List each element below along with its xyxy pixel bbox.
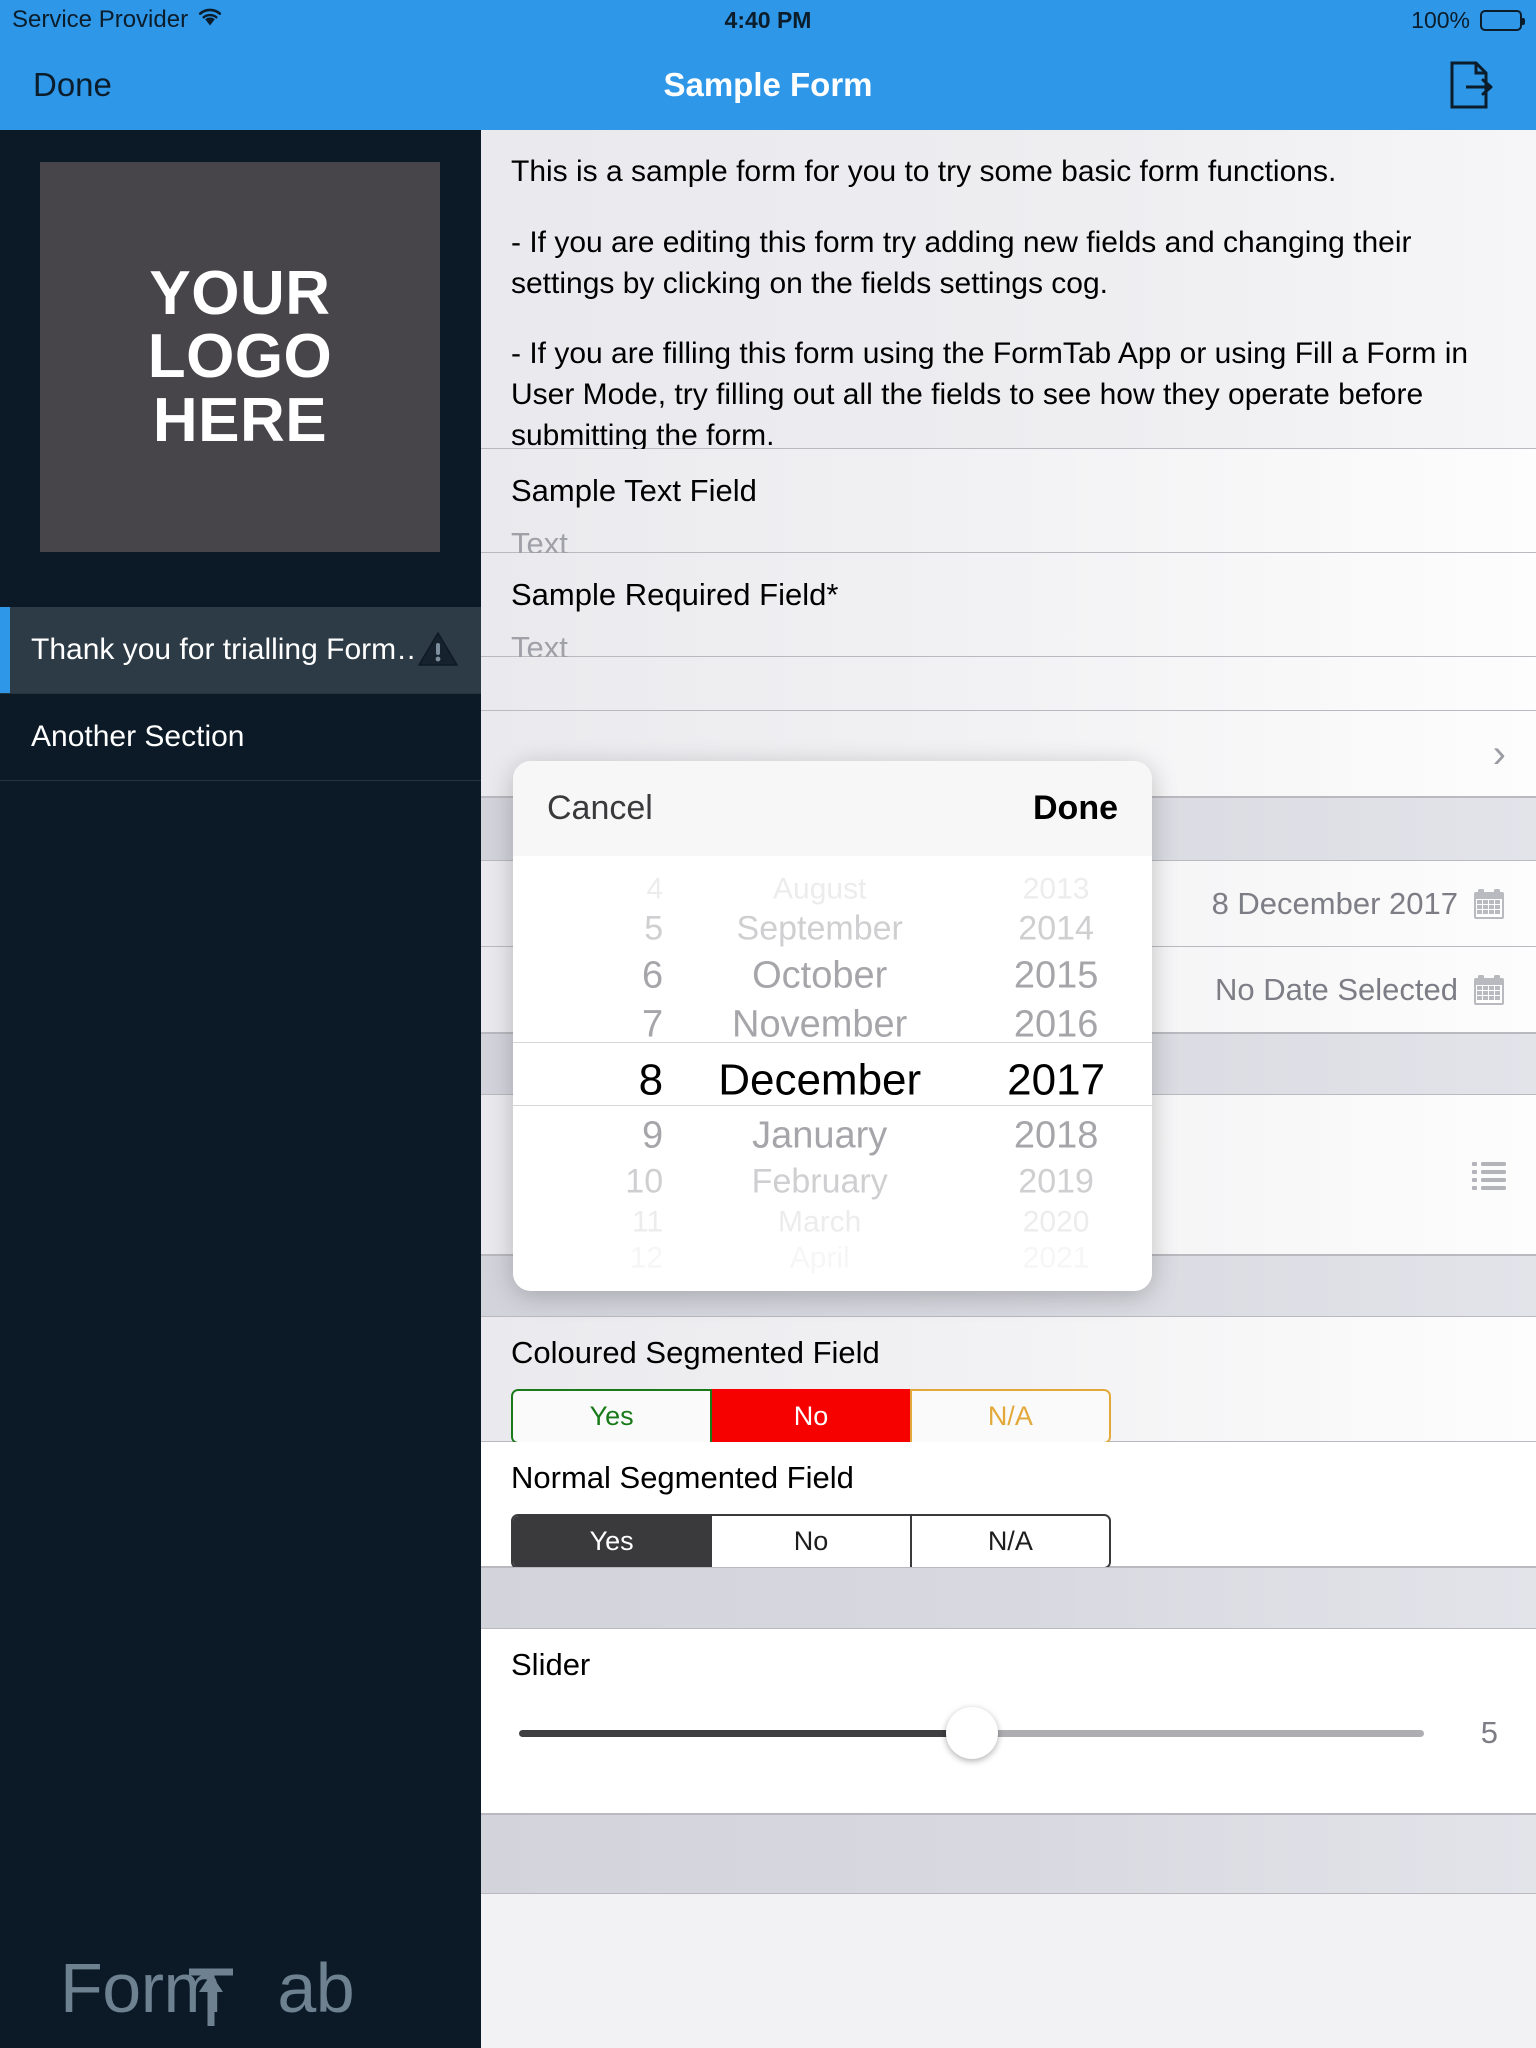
- field-row-slider[interactable]: Slider 5: [481, 1629, 1536, 1814]
- wheel-option-day[interactable]: 4: [513, 871, 679, 907]
- normal-segmented-control[interactable]: Yes No N/A: [511, 1514, 1111, 1569]
- intro-paragraph-2: - If you are editing this form try addin…: [511, 225, 1412, 300]
- wheel-selected-day[interactable]: 8: [513, 1049, 679, 1111]
- segment-option-yes[interactable]: Yes: [511, 1389, 713, 1444]
- wheel-option-month[interactable]: August: [679, 871, 960, 907]
- wheel-option-year[interactable]: 2018: [960, 1111, 1152, 1160]
- selection-indicator-bottom: [513, 1105, 1152, 1106]
- wheel-option-month[interactable]: February: [679, 1160, 960, 1204]
- section-list: Thank you for trialling Form… Another Se…: [0, 607, 481, 781]
- date-picker-done-button[interactable]: Done: [1033, 789, 1118, 828]
- segment-option-no[interactable]: No: [712, 1516, 912, 1567]
- wheel-option-month[interactable]: April: [679, 1240, 960, 1276]
- wheel-option-day[interactable]: 12: [513, 1240, 679, 1276]
- document-export-icon[interactable]: [1444, 59, 1496, 111]
- field-label: Sample Required Field*: [511, 577, 839, 612]
- field-row-normal-segment[interactable]: Normal Segmented Field Yes No N/A: [481, 1442, 1536, 1569]
- field-row-obscured-1[interactable]: [481, 657, 1536, 711]
- date-picker-cancel-button[interactable]: Cancel: [547, 789, 653, 828]
- date-empty-label: No Date Selected: [1215, 971, 1458, 1007]
- wheel-option-year[interactable]: 2014: [960, 907, 1152, 951]
- slider-thumb[interactable]: [945, 1707, 998, 1759]
- segment-option-na[interactable]: N/A: [909, 1389, 1111, 1444]
- list-bullets-icon[interactable]: [1472, 1160, 1506, 1190]
- wheel-option-day[interactable]: 10: [513, 1160, 679, 1204]
- status-bar-right: 100%: [1411, 6, 1525, 34]
- row-accessory: No Date Selected: [1215, 972, 1506, 1008]
- wheel-option-year[interactable]: 2019: [960, 1160, 1152, 1204]
- field-row-sample-required[interactable]: Sample Required Field* Text: [481, 553, 1536, 665]
- logo-line-2: LOGO: [147, 322, 333, 392]
- logo-placeholder[interactable]: YOUR LOGO HERE: [40, 162, 440, 552]
- segment-option-yes[interactable]: Yes: [513, 1516, 713, 1567]
- wheel-option-month[interactable]: October: [679, 951, 960, 1000]
- month-wheel[interactable]: August September October November Decemb…: [679, 856, 960, 1291]
- logo-line-1: YOUR: [149, 259, 331, 329]
- wheel-option-year[interactable]: 2020: [960, 1204, 1152, 1240]
- wheel-option-year[interactable]: 2021: [960, 1240, 1152, 1276]
- sidebar-item-thank-you[interactable]: Thank you for trialling Form…: [0, 607, 481, 694]
- selection-indicator-top: [513, 1042, 1152, 1043]
- segment-option-na[interactable]: N/A: [911, 1516, 1109, 1567]
- sidebar-item-another-section[interactable]: Another Section: [0, 694, 481, 781]
- wheel-option-month[interactable]: September: [679, 907, 960, 951]
- sidebar: YOUR LOGO HERE Thank you for trialling F…: [0, 130, 481, 2048]
- navigation-bar: Done Sample Form: [0, 40, 1536, 130]
- coloured-segmented-control[interactable]: Yes No N/A: [511, 1389, 1111, 1444]
- warning-triangle-icon: [417, 629, 459, 671]
- wheel-option-day[interactable]: 9: [513, 1111, 679, 1160]
- day-wheel[interactable]: 4 5 6 7 8 9 10 11 12: [513, 856, 679, 1291]
- segment-option-no[interactable]: No: [712, 1389, 910, 1444]
- slider-track-empty: [971, 1729, 1424, 1737]
- intro-paragraph-1: This is a sample form for you to try som…: [511, 155, 1337, 188]
- form-intro-block: This is a sample form for you to try som…: [481, 130, 1536, 452]
- field-row-sample-text[interactable]: Sample Text Field Text: [481, 449, 1536, 561]
- intro-paragraph-3: - If you are filling this form using the…: [511, 337, 1469, 452]
- battery-percent-label: 100%: [1411, 6, 1470, 33]
- wheel-option-day[interactable]: 11: [513, 1204, 679, 1240]
- year-wheel[interactable]: 2013 2014 2015 2016 2017 2018 2019 2020 …: [960, 856, 1152, 1291]
- calendar-icon[interactable]: [1472, 887, 1506, 921]
- wheel-option-day[interactable]: 5: [513, 907, 679, 951]
- field-row-coloured-segment[interactable]: Coloured Segmented Field Yes No N/A: [481, 1317, 1536, 1444]
- field-label: Coloured Segmented Field: [511, 1335, 880, 1370]
- wheel-option-year[interactable]: 2013: [960, 871, 1152, 907]
- slider-track[interactable]: [519, 1707, 1424, 1759]
- date-picker-toolbar: Cancel Done: [513, 761, 1152, 856]
- field-label: Sample Text Field: [511, 473, 757, 508]
- status-bar: Service Provider 4:40 PM 100%: [0, 0, 1536, 40]
- wheel-option-month[interactable]: March: [679, 1204, 960, 1240]
- clock-label: 4:40 PM: [724, 6, 812, 33]
- wheel-selected-year[interactable]: 2017: [960, 1049, 1152, 1111]
- date-picker-popover: Cancel Done 4 5 6 7 8 9 10 11 12 August …: [513, 761, 1152, 1291]
- field-label: Slider: [511, 1647, 591, 1682]
- page-title: Sample Form: [663, 66, 873, 103]
- wheel-option-year[interactable]: 2015: [960, 951, 1152, 1000]
- date-value-label: 8 December 2017: [1211, 885, 1458, 921]
- row-accessory: ›: [1493, 734, 1506, 774]
- wheel-selected-month[interactable]: December: [679, 1049, 960, 1111]
- section-spacer-5: [481, 1814, 1536, 1894]
- brand-text-ab: ab: [277, 1949, 355, 2027]
- logo-placeholder-text: YOUR LOGO HERE: [148, 262, 333, 452]
- slider-value-label: 5: [1480, 1715, 1498, 1750]
- formtab-brand-logo: Form ab: [60, 1948, 355, 2027]
- field-label: Normal Segmented Field: [511, 1460, 854, 1495]
- slider-container[interactable]: 5: [511, 1683, 1506, 1783]
- battery-full-icon: [1480, 9, 1525, 31]
- row-accessory: [1472, 1160, 1506, 1190]
- row-accessory: 8 December 2017: [1212, 886, 1506, 922]
- calendar-icon[interactable]: [1472, 973, 1506, 1007]
- sidebar-item-label: Another Section: [31, 720, 245, 753]
- date-picker-wheels: 4 5 6 7 8 9 10 11 12 August September Oc…: [513, 856, 1152, 1291]
- wheel-option-day[interactable]: 6: [513, 951, 679, 1000]
- logo-line-3: HERE: [152, 385, 328, 455]
- wheel-option-month[interactable]: January: [679, 1111, 960, 1160]
- slider-track-filled: [519, 1729, 972, 1737]
- chevron-right-icon[interactable]: ›: [1493, 734, 1506, 774]
- sidebar-item-label: Thank you for trialling Form…: [31, 633, 417, 666]
- section-spacer-4: [481, 1567, 1536, 1629]
